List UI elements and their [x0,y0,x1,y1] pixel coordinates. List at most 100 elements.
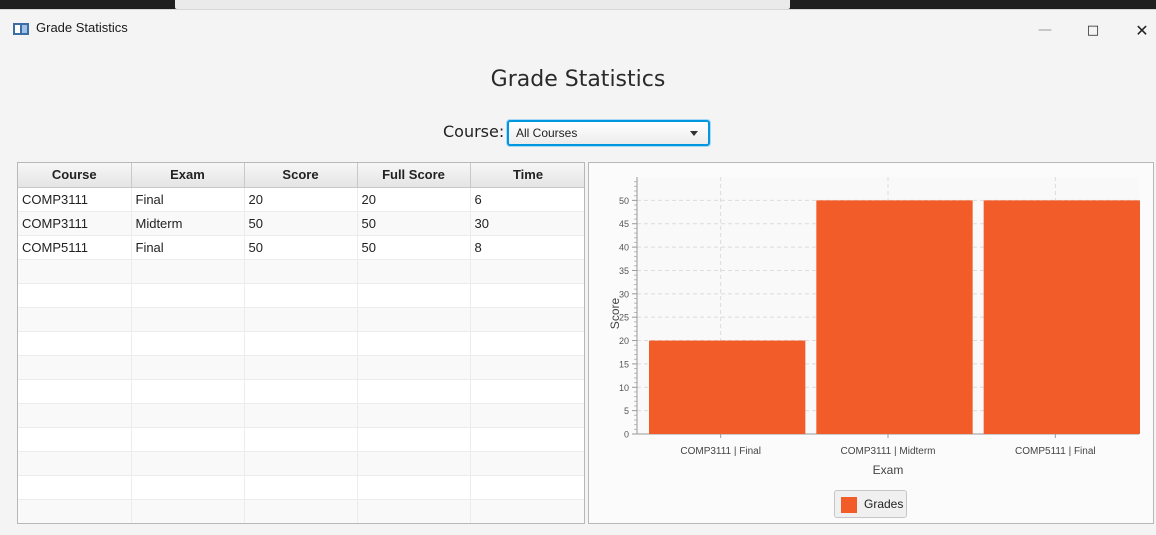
empty-table-cell [244,331,358,356]
column-header-exam[interactable]: Exam [131,163,245,188]
page-title: Grade Statistics [490,67,666,92]
column-header-full-score[interactable]: Full Score [357,163,471,188]
column-header-course[interactable]: Course [18,163,132,188]
grades-chart-panel: 0 5 10 15 20 25 30 35 40 45 50 COMP3111 | Final COMP… [588,162,1154,524]
maximize-icon: □ [1086,22,1100,38]
empty-table-row [18,475,584,500]
close-icon: ✕ [1135,20,1149,40]
y-tick-label: 10 [619,383,629,393]
maximize-button[interactable]: □ [1073,16,1113,44]
empty-table-cell [357,331,471,356]
table-cell: COMP3111 [18,211,132,236]
empty-table-cell [470,451,584,476]
y-tick-label: 40 [619,243,629,253]
y-tick-label: 15 [619,359,629,369]
table-cell: Final [131,235,245,260]
app-icon [13,23,29,35]
column-header-score[interactable]: Score [244,163,358,188]
table-cell: 8 [470,235,584,260]
bar [816,200,973,434]
y-tick-label: 50 [619,196,629,206]
legend-label: Grades [864,497,904,511]
empty-table-cell [131,331,245,356]
background-window-edge [175,0,790,9]
y-axis-title: Score [608,298,622,330]
bar [983,200,1140,434]
y-tick-label: 45 [619,219,629,229]
course-label: Course: [443,122,505,141]
empty-table-cell [131,379,245,404]
empty-table-cell [244,379,358,404]
empty-table-cell [244,451,358,476]
empty-table-cell [357,355,471,380]
empty-table-cell [18,379,132,404]
table-cell: COMP3111 [18,187,132,212]
empty-table-cell [470,355,584,380]
empty-table-row [18,331,584,356]
empty-table-cell [131,307,245,332]
grades-table: Course Exam Score Full Score Time COMP31… [18,163,584,523]
table-cell: 20 [357,187,471,212]
empty-table-cell [470,331,584,356]
empty-table-cell [357,307,471,332]
close-button[interactable]: ✕ [1122,16,1156,44]
column-header-time[interactable]: Time [470,163,584,188]
table-cell: 50 [244,235,358,260]
empty-table-cell [244,475,358,500]
empty-table-cell [18,307,132,332]
empty-table-cell [131,403,245,428]
empty-table-cell [18,499,132,523]
empty-table-cell [131,427,245,452]
empty-table-cell [470,427,584,452]
empty-table-cell [131,259,245,284]
course-select[interactable]: All Courses [507,120,710,146]
empty-table-cell [470,283,584,308]
empty-table-cell [357,379,471,404]
grades-table-panel: Course Exam Score Full Score Time COMP31… [17,162,585,524]
empty-table-cell [357,451,471,476]
empty-table-cell [470,259,584,284]
empty-table-row [18,355,584,380]
empty-table-cell [357,499,471,523]
legend-swatch [841,497,857,513]
table-cell: COMP5111 [18,235,132,260]
empty-table-cell [18,427,132,452]
empty-table-cell [470,307,584,332]
empty-table-cell [131,451,245,476]
table-row[interactable]: COMP3111 Final 20 20 6 [18,187,584,212]
empty-table-cell [244,307,358,332]
empty-table-cell [18,331,132,356]
y-tick-label: 0 [624,430,629,440]
empty-table-cell [18,403,132,428]
empty-table-cell [470,403,584,428]
minimize-button[interactable]: — [1025,16,1065,44]
empty-table-cell [244,355,358,380]
grade-statistics-window: Grade Statistics — □ ✕ Grade Statistics … [0,9,1156,535]
empty-table-cell [18,451,132,476]
empty-table-cell [244,499,358,523]
table-row[interactable]: COMP5111 Final 50 50 8 [18,235,584,260]
title-bar[interactable]: Grade Statistics — □ ✕ [0,10,1156,48]
empty-table-cell [470,379,584,404]
x-tick-label: COMP3111 | Midterm [840,446,935,457]
empty-table-cell [244,283,358,308]
bar [649,340,806,434]
table-cell: 50 [357,235,471,260]
chevron-down-icon [690,131,698,136]
table-cell: 50 [244,211,358,236]
empty-table-cell [357,475,471,500]
table-cell: Final [131,187,245,212]
table-header-row: Course Exam Score Full Score Time [18,163,584,188]
empty-table-cell [357,403,471,428]
empty-table-cell [131,475,245,500]
course-select-value: All Courses [516,126,578,140]
minimize-icon: — [1038,22,1052,38]
empty-table-cell [131,355,245,380]
empty-table-cell [18,475,132,500]
empty-table-cell [18,259,132,284]
empty-table-row [18,283,584,308]
empty-table-cell [470,475,584,500]
empty-table-row [18,403,584,428]
empty-table-cell [18,355,132,380]
table-row[interactable]: COMP3111 Midterm 50 50 30 [18,211,584,236]
